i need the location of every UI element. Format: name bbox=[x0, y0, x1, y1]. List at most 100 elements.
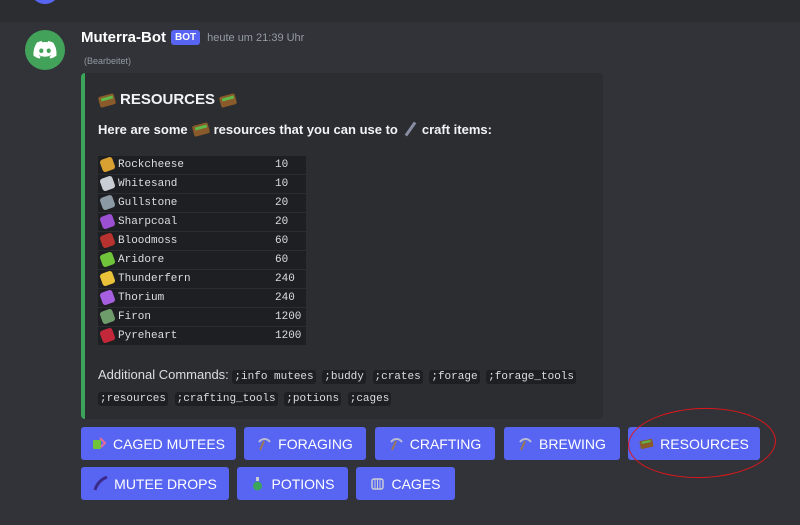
resource-value: 240 bbox=[272, 269, 306, 288]
bot-avatar[interactable] bbox=[25, 30, 65, 70]
command-code: ;potions bbox=[284, 392, 342, 406]
button-label: CAGED MUTEES bbox=[112, 435, 225, 452]
resource-name: Bloodmoss bbox=[118, 234, 178, 247]
button-label: FORAGING bbox=[278, 435, 353, 452]
chest-icon bbox=[98, 93, 116, 107]
username[interactable]: Muterra-Bot bbox=[81, 29, 166, 46]
mutee-drops-button[interactable]: MUTEE DROPS bbox=[81, 467, 229, 500]
resource-icon bbox=[99, 194, 116, 211]
additional-commands-label: Additional Commands: bbox=[98, 367, 229, 382]
resource-row: Pyreheart 1200 bbox=[98, 326, 306, 345]
timestamp[interactable]: heute um 21:39 Uhr bbox=[207, 32, 304, 44]
resource-icon bbox=[99, 156, 116, 173]
resource-value: 60 bbox=[272, 250, 306, 269]
chest-icon bbox=[192, 122, 210, 136]
discord-logo-icon bbox=[33, 41, 57, 59]
resource-value: 240 bbox=[272, 288, 306, 307]
resource-value: 1200 bbox=[272, 307, 306, 326]
command-code: ;resources bbox=[98, 392, 169, 406]
embed: RESOURCES Here are some resources that y… bbox=[81, 73, 603, 419]
resource-name-cell: Thunderfern bbox=[98, 269, 272, 288]
button-label: MUTEE DROPS bbox=[114, 475, 217, 492]
resource-name-cell: Bloodmoss bbox=[98, 231, 272, 250]
potions-button[interactable]: POTIONS bbox=[237, 467, 348, 500]
pickaxe-icon bbox=[257, 436, 272, 451]
resource-icon bbox=[99, 308, 116, 325]
resource-icon bbox=[99, 175, 116, 192]
resource-name: Aridore bbox=[118, 253, 165, 266]
resource-name: Thorium bbox=[118, 291, 165, 304]
command-code: ;crafting_tools bbox=[174, 392, 278, 406]
resource-name: Firon bbox=[118, 310, 152, 323]
resource-value: 10 bbox=[272, 174, 306, 193]
edited-label: (Bearbeitet) bbox=[84, 56, 132, 66]
resource-name-cell: Rockcheese bbox=[98, 155, 272, 174]
resource-name: Pyreheart bbox=[118, 329, 178, 342]
resource-name-cell: Whitesand bbox=[98, 174, 272, 193]
resource-name: Whitesand bbox=[118, 177, 178, 190]
command-code: ;forage bbox=[429, 370, 480, 384]
button-label: BREWING bbox=[539, 435, 606, 452]
resource-value: 60 bbox=[272, 231, 306, 250]
pickaxe-icon bbox=[518, 436, 533, 451]
resource-value: 10 bbox=[272, 155, 306, 174]
resource-icon bbox=[99, 213, 116, 230]
command-code: ;crates bbox=[372, 370, 423, 384]
crafting-button[interactable]: CRAFTING bbox=[375, 427, 495, 460]
potion-icon bbox=[250, 476, 265, 491]
command-code: ;cages bbox=[347, 392, 392, 406]
resource-icon bbox=[99, 289, 116, 306]
resource-name-cell: Pyreheart bbox=[98, 326, 272, 345]
pickaxe-icon bbox=[389, 436, 404, 451]
resource-name: Thunderfern bbox=[118, 272, 191, 285]
command-code: ;forage_tools bbox=[486, 370, 577, 384]
resource-table: Rockcheese 10 Whitesand 10 Gullstone 20 Sharpc… bbox=[98, 155, 306, 345]
button-label: CAGES bbox=[391, 475, 441, 492]
button-label: CRAFTING bbox=[409, 435, 482, 452]
previous-message bbox=[0, 0, 800, 22]
description-text: craft items: bbox=[421, 121, 492, 137]
feather-icon bbox=[93, 475, 108, 491]
command-code: ;buddy bbox=[322, 370, 366, 384]
resource-row: Sharpcoal 20 bbox=[98, 212, 306, 231]
resource-row: Firon 1200 bbox=[98, 307, 306, 326]
resource-row: Bloodmoss 60 bbox=[98, 231, 306, 250]
resource-name: Gullstone bbox=[118, 196, 178, 209]
resource-icon bbox=[99, 270, 116, 287]
resource-icon bbox=[99, 327, 116, 344]
caged-mutees-icon bbox=[92, 436, 107, 451]
cages-button[interactable]: CAGES bbox=[356, 467, 455, 500]
resource-name: Sharpcoal bbox=[118, 215, 178, 228]
command-code: ;info mutees bbox=[232, 370, 316, 384]
tool-icon bbox=[402, 121, 418, 137]
caged-mutees-button[interactable]: CAGED MUTEES bbox=[81, 427, 236, 460]
resource-row: Aridore 60 bbox=[98, 250, 306, 269]
resource-icon bbox=[99, 251, 116, 268]
resource-name-cell: Sharpcoal bbox=[98, 212, 272, 231]
annotation-circle bbox=[626, 405, 778, 481]
embed-description: Here are some resources that you can use… bbox=[98, 121, 492, 137]
message-header: Muterra-Bot BOT heute um 21:39 Uhr bbox=[81, 29, 304, 46]
description-text: Here are some bbox=[98, 121, 188, 137]
resource-row: Whitesand 10 bbox=[98, 174, 306, 193]
bot-badge: BOT bbox=[171, 30, 201, 45]
embed-title: RESOURCES bbox=[98, 91, 237, 108]
resource-row: Thorium 240 bbox=[98, 288, 306, 307]
resource-row: Rockcheese 10 bbox=[98, 155, 306, 174]
foraging-button[interactable]: FORAGING bbox=[244, 427, 366, 460]
button-label: POTIONS bbox=[271, 475, 335, 492]
resource-name-cell: Thorium bbox=[98, 288, 272, 307]
resource-row: Gullstone 20 bbox=[98, 193, 306, 212]
additional-commands: Additional Commands: ;info mutees ;buddy… bbox=[98, 365, 598, 409]
resource-name-cell: Aridore bbox=[98, 250, 272, 269]
previous-avatar bbox=[30, 0, 60, 4]
resource-name-cell: Gullstone bbox=[98, 193, 272, 212]
resource-name-cell: Firon bbox=[98, 307, 272, 326]
chest-icon bbox=[219, 93, 237, 107]
resource-row: Thunderfern 240 bbox=[98, 269, 306, 288]
resource-name: Rockcheese bbox=[118, 158, 185, 171]
resource-icon bbox=[99, 232, 116, 249]
embed-title-text: RESOURCES bbox=[120, 91, 216, 108]
resource-value: 20 bbox=[272, 193, 306, 212]
brewing-button[interactable]: BREWING bbox=[504, 427, 620, 460]
